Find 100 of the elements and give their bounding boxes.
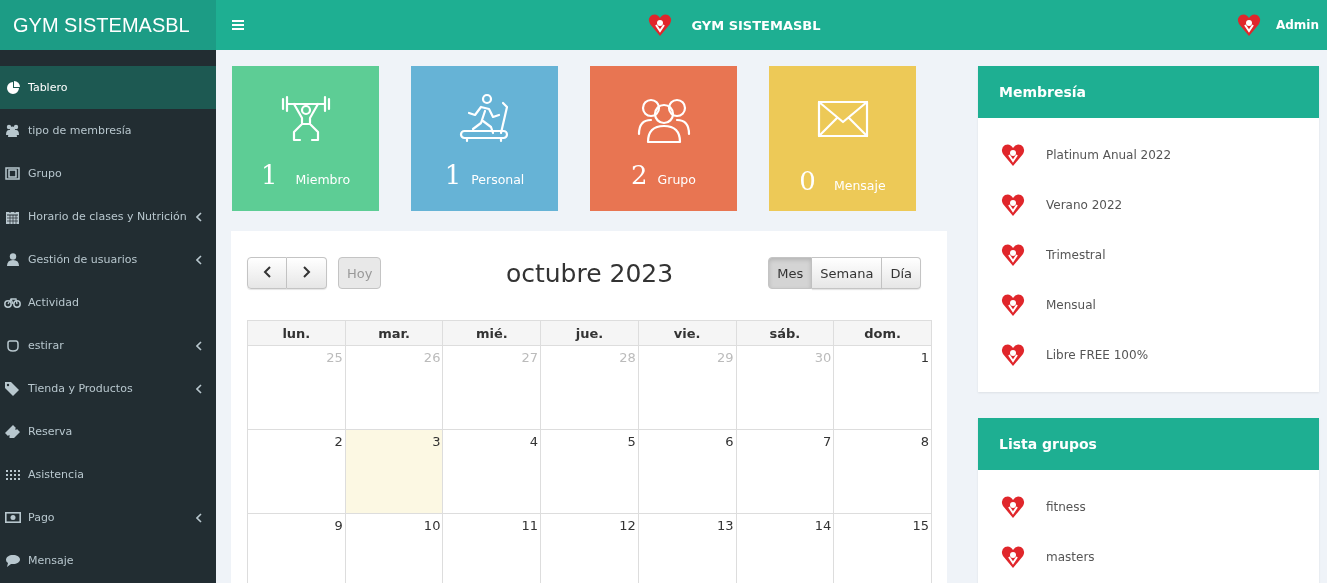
stat-label: Grupo <box>657 172 696 187</box>
list-item[interactable]: fitness <box>1046 500 1086 514</box>
chevron-left-icon <box>196 254 202 265</box>
chevron-left-icon <box>196 383 202 394</box>
calendar-title: octubre 2023 <box>505 258 674 288</box>
weekday-header: mar. <box>345 320 443 346</box>
day-cell[interactable]: 3 <box>345 429 443 514</box>
sidebar-item[interactable]: Mensaje <box>0 539 216 582</box>
sidebar-item[interactable]: Pago <box>0 496 216 539</box>
day-number: 30 <box>814 350 832 365</box>
day-number: 7 <box>822 434 832 449</box>
gym-logo-icon <box>647 12 674 38</box>
bicycle-icon <box>4 297 21 308</box>
chevron-right-icon <box>302 265 311 278</box>
day-cell[interactable]: 8 <box>833 429 932 514</box>
money-icon <box>4 512 21 523</box>
day-cell[interactable]: 6 <box>638 429 736 514</box>
day-number: 11 <box>521 518 539 533</box>
view-tab[interactable]: Semana <box>812 257 883 289</box>
day-cell[interactable]: 2 <box>247 429 346 514</box>
next-button[interactable] <box>287 257 327 289</box>
gym-logo-icon <box>1000 142 1026 168</box>
day-number: 26 <box>423 350 441 365</box>
stat-count: 1 <box>444 160 462 190</box>
panel-header: Membresía <box>978 66 1319 118</box>
sidebar-item[interactable]: Tienda y Productos <box>0 367 216 410</box>
gym-logo-icon <box>1000 494 1026 520</box>
day-number: 1 <box>920 350 929 365</box>
object-group-icon <box>5 167 20 180</box>
weekday-header: sáb. <box>736 320 834 346</box>
day-number: 3 <box>432 434 441 449</box>
day-number: 25 <box>326 350 343 365</box>
sidebar-item[interactable]: Grupo <box>0 152 216 195</box>
day-number: 29 <box>716 350 734 365</box>
day-number: 5 <box>627 434 636 449</box>
previous-button[interactable] <box>247 257 287 289</box>
day-number: 12 <box>619 518 636 533</box>
user-icon <box>6 253 19 266</box>
sidebar-item[interactable]: estirar <box>0 324 216 367</box>
day-cell[interactable]: 1 <box>833 345 932 430</box>
weekday-header: lun. <box>247 320 346 346</box>
day-number: 6 <box>725 434 734 449</box>
view-tab[interactable]: Mes <box>768 257 813 289</box>
weekday-header: jue. <box>540 320 639 346</box>
list-item[interactable]: Libre FREE 100% <box>1046 348 1149 362</box>
day-number: 10 <box>423 518 441 533</box>
pie-chart-icon <box>5 80 20 95</box>
weekday-header: mié. <box>442 320 541 346</box>
day-number: 28 <box>619 350 636 365</box>
stat-label: Personal <box>471 172 525 187</box>
list-item[interactable]: Mensual <box>1046 298 1096 312</box>
chevron-left-icon <box>196 512 202 523</box>
stat-label: Mensaje <box>833 178 886 193</box>
day-number: 4 <box>529 434 539 449</box>
calendar-icon <box>6 209 19 224</box>
day-number: 8 <box>920 434 929 449</box>
comment-icon <box>5 554 20 567</box>
menu-icon[interactable] <box>230 18 246 32</box>
sidebar-item[interactable]: Tablero <box>0 66 216 109</box>
list-item[interactable]: Platinum Anual 2022 <box>1046 148 1172 162</box>
gym-logo-icon <box>1000 242 1026 268</box>
chevron-left-icon <box>196 211 202 222</box>
day-number: 27 <box>521 350 539 365</box>
sidebar-item[interactable]: Horario de clases y Nutrición <box>0 195 216 238</box>
sidebar-item[interactable]: Reserva <box>0 410 216 453</box>
weekday-header: dom. <box>833 320 932 346</box>
stat-label: Miembro <box>295 172 351 187</box>
day-cell[interactable]: 7 <box>736 429 834 514</box>
app-title: GYM SISTEMASBL <box>691 17 821 33</box>
sidebar-item[interactable]: Actividad <box>0 281 216 324</box>
day-number: 15 <box>912 518 929 533</box>
stat-count: 2 <box>631 160 648 190</box>
day-cell[interactable]: 4 <box>442 429 541 514</box>
day-number: 2 <box>334 434 343 449</box>
day-number: 9 <box>334 518 343 533</box>
day-cell[interactable]: 9 <box>247 513 346 583</box>
list-item[interactable]: masters <box>1046 550 1095 564</box>
avatar-icon <box>1235 12 1262 38</box>
envelope-icon <box>816 100 869 138</box>
day-cell[interactable]: 5 <box>540 429 639 514</box>
view-tab[interactable]: Día <box>882 257 921 289</box>
list-item[interactable]: Trimestral <box>1046 248 1106 262</box>
ticket-icon <box>5 425 20 438</box>
gym-logo-icon <box>1000 544 1026 570</box>
list-item[interactable]: Verano 2022 <box>1046 198 1123 212</box>
panel-header: Lista grupos <box>978 418 1319 470</box>
gym-logo-icon <box>1000 342 1026 368</box>
day-number: 13 <box>716 518 734 533</box>
gym-logo-icon <box>1000 192 1026 218</box>
stat-count: 0 <box>799 166 816 196</box>
weekday-header: vie. <box>638 320 736 346</box>
chevron-left-icon <box>196 340 202 351</box>
users-icon <box>5 124 20 137</box>
day-number: 14 <box>814 518 832 533</box>
gym-logo-icon <box>1000 292 1026 318</box>
tags-icon <box>4 381 21 396</box>
sidebar-item[interactable]: Gestión de usuarios <box>0 238 216 281</box>
stat-count: 1 <box>260 160 278 190</box>
sidebar-item[interactable]: tipo de membresía <box>0 109 216 152</box>
sidebar-item[interactable]: Asistencia <box>0 453 216 496</box>
